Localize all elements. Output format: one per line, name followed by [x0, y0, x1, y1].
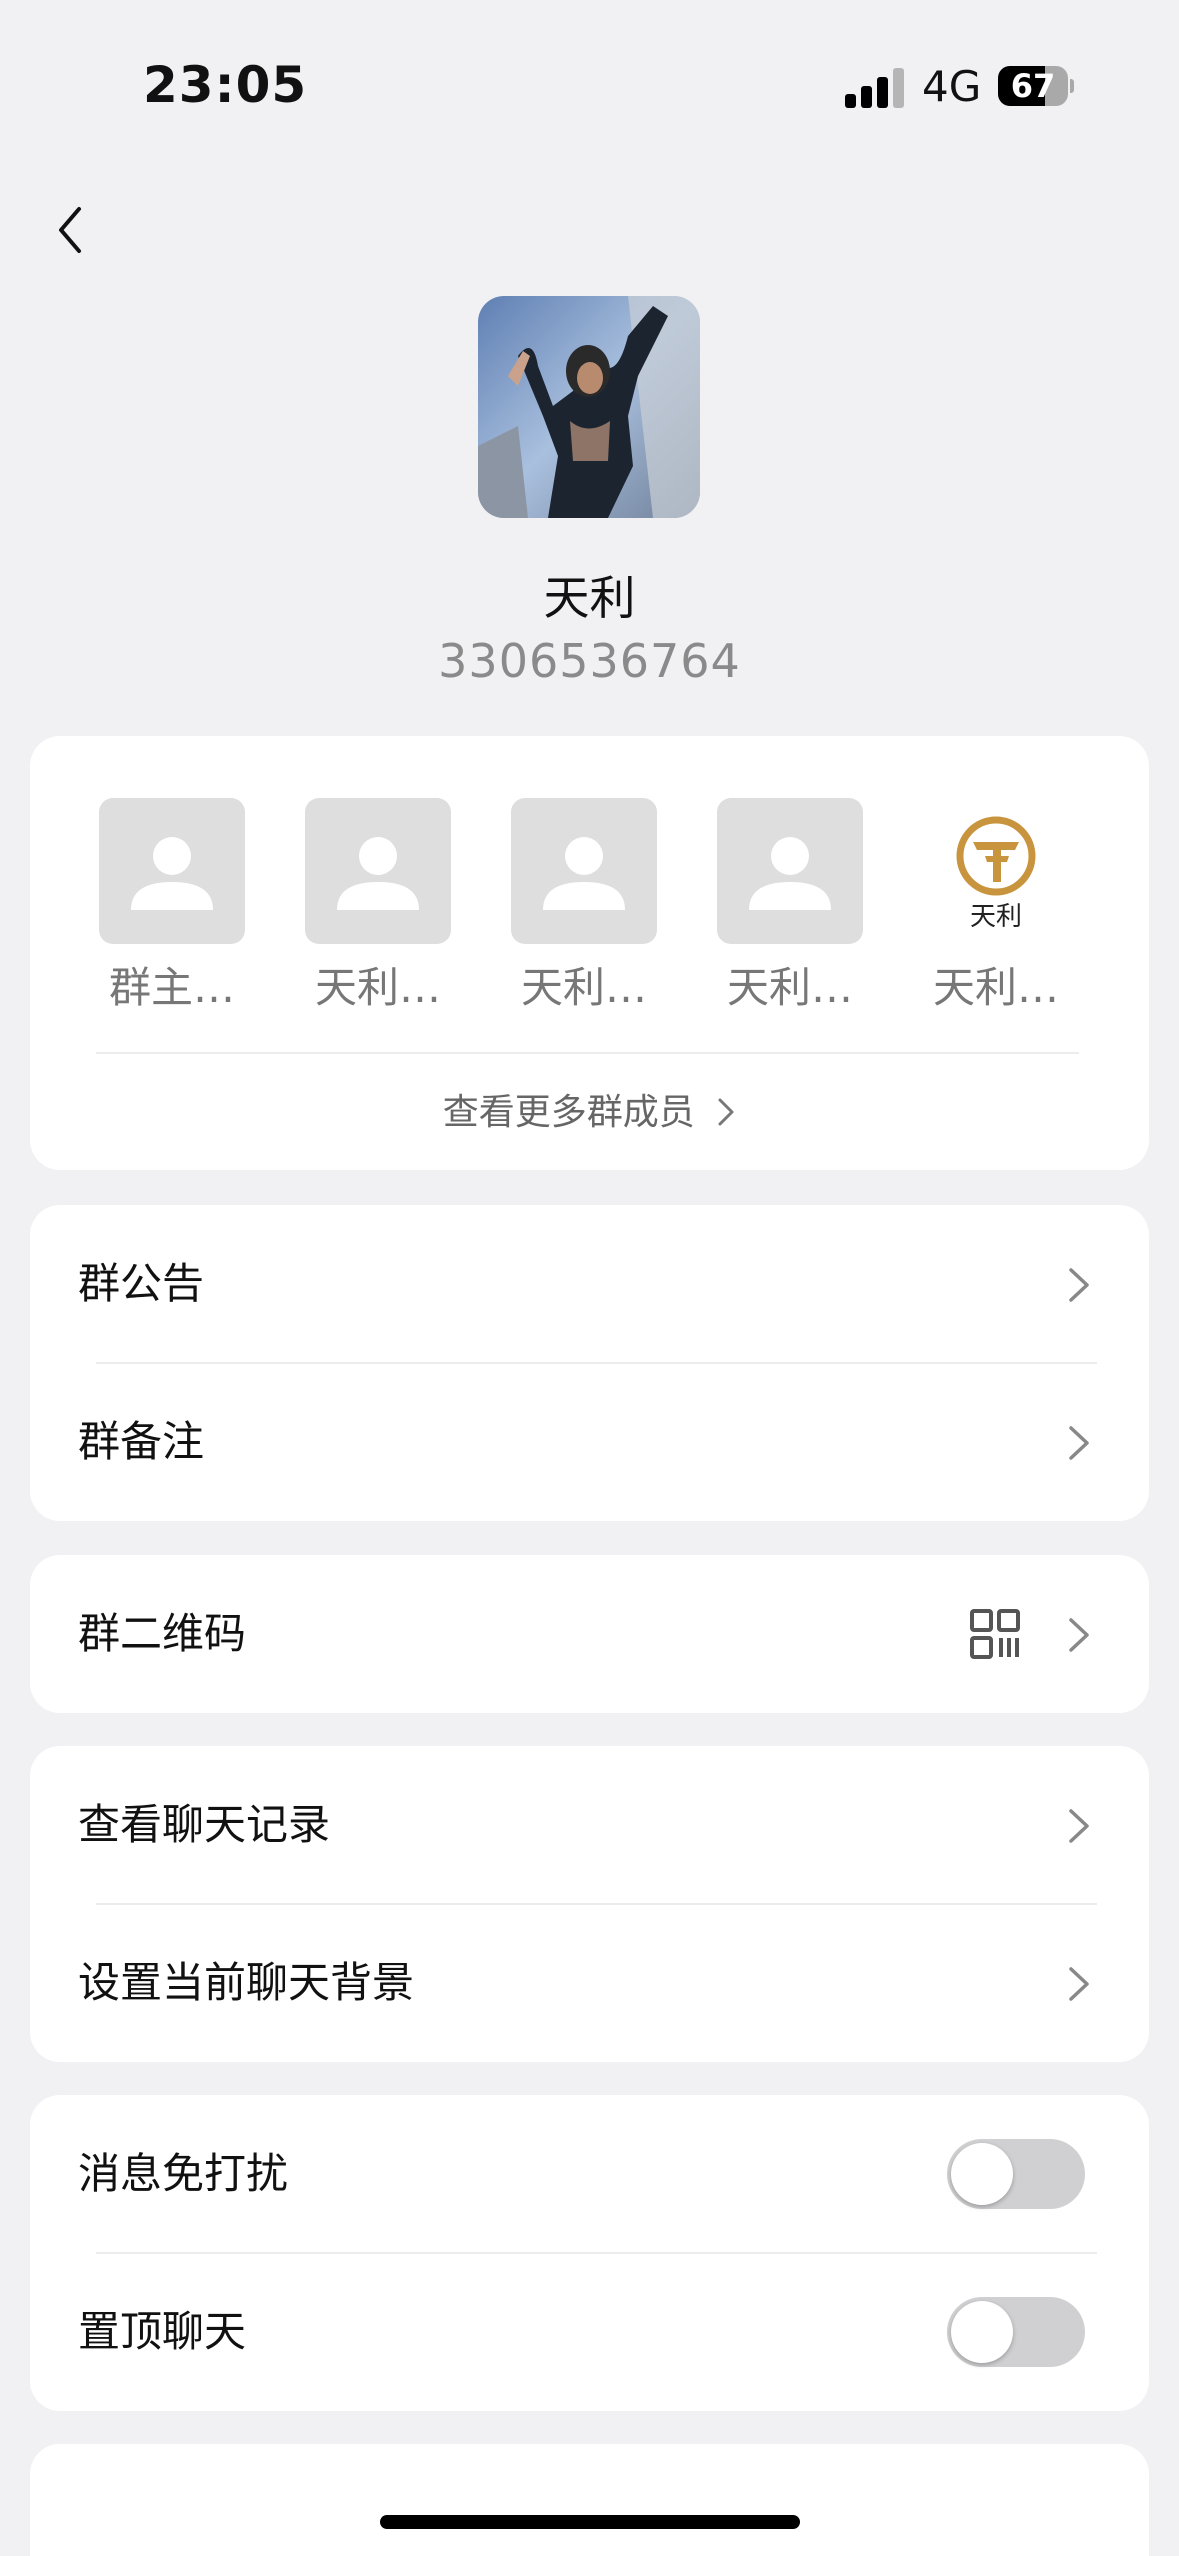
announcement-label: 群公告 [78, 1259, 205, 1308]
next-card [30, 2444, 1149, 2556]
member-name: 天利… [314, 963, 441, 1012]
group-avatar-photo [478, 296, 700, 518]
back-button[interactable] [30, 190, 110, 270]
member-name: 天利… [726, 963, 853, 1012]
remark-row[interactable]: 群备注 [30, 1363, 1149, 1521]
member-name: 群主… [108, 963, 235, 1012]
group-settings-screen: 23:05 4G 67 天利 3306536764 群主… 天利… 天利… 天利… [0, 0, 1179, 2556]
chat-history-row[interactable]: 查看聊天记录 [30, 1746, 1149, 1904]
more-members-label: 查看更多群成员 [442, 1092, 695, 1133]
chevron-right-icon [1069, 1618, 1089, 1652]
status-time: 23:05 [143, 56, 308, 114]
notice-card: 群公告 群备注 [30, 1205, 1149, 1521]
do-not-disturb-row: 消息免打扰 [30, 2095, 1149, 2253]
status-bar: 23:05 4G 67 [0, 0, 1179, 150]
member-item[interactable]: 天利… [305, 798, 451, 1015]
member-item[interactable]: 天利… [511, 798, 657, 1015]
tianli-logo-icon: 天利 [923, 798, 1069, 944]
chevron-right-icon [1069, 1809, 1089, 1843]
home-indicator [380, 2515, 800, 2529]
qrcode-icon [970, 1609, 1020, 1659]
battery-icon: 67 [998, 66, 1074, 106]
network-type: 4G [922, 62, 982, 111]
qrcode-row[interactable]: 群二维码 [30, 1555, 1149, 1713]
chevron-right-icon [1069, 1426, 1089, 1460]
qrcode-label: 群二维码 [78, 1609, 247, 1658]
group-name: 天利 [543, 571, 636, 625]
chat-background-label: 设置当前聊天背景 [78, 1958, 415, 2007]
chat-card: 查看聊天记录 设置当前聊天背景 [30, 1746, 1149, 2062]
chevron-right-icon [718, 1098, 734, 1126]
member-item[interactable]: 群主… [99, 798, 245, 1015]
member-name: 天利… [932, 963, 1059, 1012]
members-card: 群主… 天利… 天利… 天利… 天利 天利… 查看更多群成员 [30, 736, 1149, 1170]
do-not-disturb-toggle[interactable] [947, 2139, 1085, 2209]
toggle-knob [951, 2301, 1013, 2363]
default-avatar-icon [99, 798, 245, 944]
chat-history-label: 查看聊天记录 [78, 1800, 331, 1849]
member-name: 天利… [520, 963, 647, 1012]
battery-level: 67 [1010, 67, 1056, 105]
pin-chat-row: 置顶聊天 [30, 2253, 1149, 2411]
chat-background-row[interactable]: 设置当前聊天背景 [30, 1904, 1149, 2062]
remark-label: 群备注 [78, 1417, 205, 1466]
chevron-left-icon [59, 207, 81, 253]
logo-text: 天利 [969, 902, 1022, 932]
signal-icon [845, 66, 905, 108]
chevron-right-icon [1069, 1967, 1089, 2001]
toggle-card: 消息免打扰 置顶聊天 [30, 2095, 1149, 2411]
default-avatar-icon [717, 798, 863, 944]
chevron-right-icon [1069, 1268, 1089, 1302]
default-avatar-icon [511, 798, 657, 944]
toggle-knob [951, 2143, 1013, 2205]
group-id: 3306536764 [438, 634, 741, 688]
more-members-link[interactable]: 查看更多群成员 [30, 1054, 1149, 1170]
qrcode-card: 群二维码 [30, 1555, 1149, 1713]
member-item[interactable]: 天利… [717, 798, 863, 1015]
group-avatar[interactable] [478, 296, 700, 518]
member-item[interactable]: 天利 天利… [923, 798, 1069, 1015]
default-avatar-icon [305, 798, 451, 944]
pin-chat-label: 置顶聊天 [78, 2307, 247, 2356]
do-not-disturb-label: 消息免打扰 [78, 2149, 289, 2198]
pin-chat-toggle[interactable] [947, 2297, 1085, 2367]
announcement-row[interactable]: 群公告 [30, 1205, 1149, 1363]
